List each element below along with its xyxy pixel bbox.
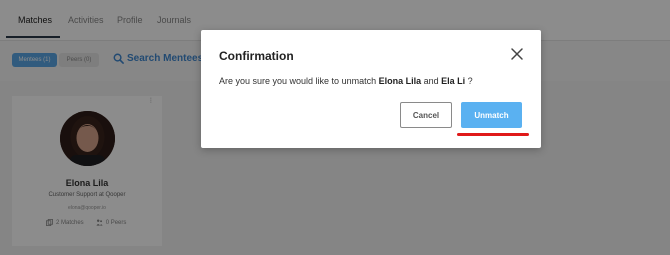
unmatch-button[interactable]: Unmatch xyxy=(461,102,522,128)
message-mid: and xyxy=(421,76,442,86)
message-prefix: Are you sure you would like to unmatch xyxy=(219,76,379,86)
user-name-a: Elona Lila xyxy=(378,76,422,86)
highlight-annotation xyxy=(457,133,529,136)
confirmation-dialog: Confirmation Are you sure you would like… xyxy=(201,30,541,148)
dialog-message: Are you sure you would like to unmatch E… xyxy=(219,76,473,86)
message-suffix: ? xyxy=(465,76,473,86)
user-name-b: Ela Li xyxy=(441,76,466,86)
close-icon[interactable] xyxy=(510,47,524,61)
cancel-button[interactable]: Cancel xyxy=(400,102,452,128)
dialog-title: Confirmation xyxy=(219,49,294,63)
